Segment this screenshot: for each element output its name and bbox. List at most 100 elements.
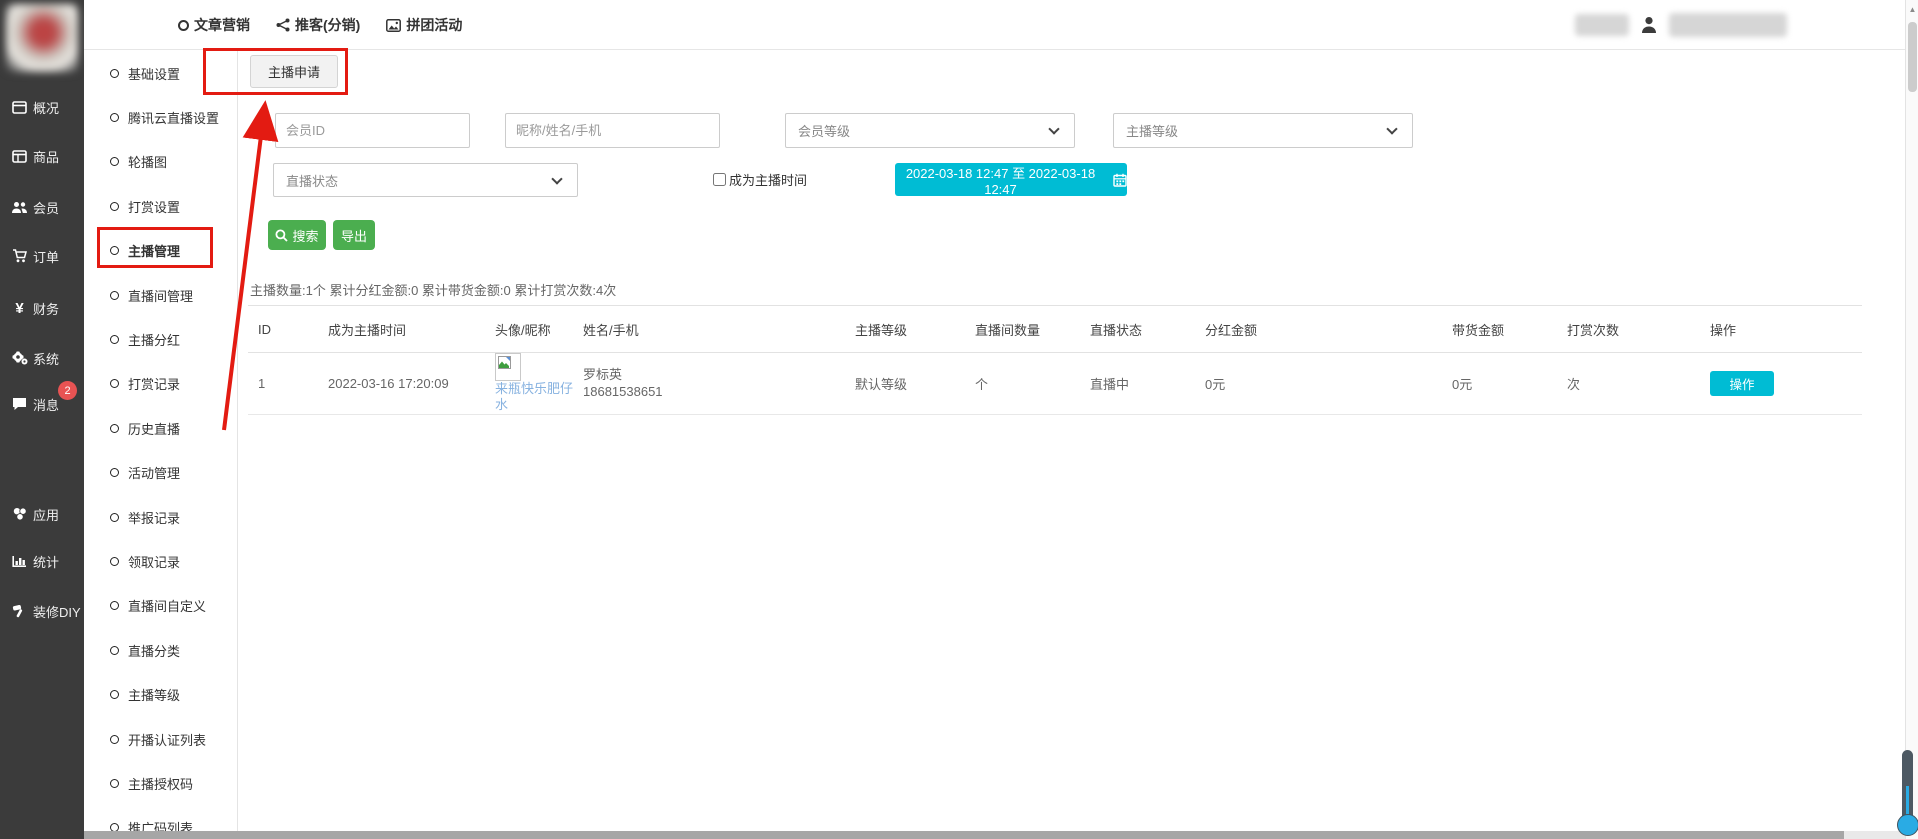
- live-status-value: 直播状态: [286, 171, 338, 190]
- sidebar-item-stats[interactable]: 统计: [0, 550, 84, 572]
- scroll-up-arrow-icon[interactable]: ▲: [1908, 5, 1917, 14]
- message-count-badge: 2: [58, 381, 77, 400]
- anchor-name: 罗标英: [583, 366, 845, 383]
- member-id-input[interactable]: [275, 113, 470, 148]
- sidebar-item-label: 财务: [33, 299, 59, 318]
- radio-circle-icon: [110, 291, 119, 300]
- radio-circle-icon: [110, 513, 119, 522]
- main-sidebar: 概况 商品 会员 订单 ¥ 财务 系统 消息 应用: [0, 0, 84, 839]
- submenu-item-liveroom-management[interactable]: 直播间管理: [84, 273, 237, 317]
- sidebar-item-finance[interactable]: ¥ 财务: [0, 297, 84, 319]
- col-header-avatar-nickname: 头像/昵称: [485, 306, 573, 353]
- vertical-scrollbar-thumb[interactable]: [1908, 22, 1917, 92]
- submenu-item-anchor-management[interactable]: 主播管理: [84, 229, 237, 273]
- circle-icon: [178, 20, 189, 31]
- anchor-table: ID 成为主播时间 头像/昵称 姓名/手机 主播等级 直播间数量 直播状态 分红…: [248, 305, 1862, 415]
- submenu-item-carousel[interactable]: 轮播图: [84, 140, 237, 184]
- sidebar-item-diy[interactable]: 装修DIY: [0, 600, 84, 622]
- horizontal-scrollbar-thumb[interactable]: [84, 831, 1844, 839]
- col-header-anchor-level: 主播等级: [845, 306, 965, 353]
- sidebar-item-label: 会员: [33, 198, 59, 217]
- anchor-level-select[interactable]: 主播等级: [1113, 113, 1413, 148]
- topnav-item-article-marketing[interactable]: 文章营销: [178, 15, 250, 35]
- app-logo[interactable]: [6, 4, 78, 72]
- tab-anchor-application[interactable]: 主播申请: [250, 55, 338, 88]
- scroll-indicator-handle[interactable]: [1897, 814, 1918, 836]
- live-status-select[interactable]: 直播状态: [273, 163, 578, 197]
- col-header-name-phone: 姓名/手机: [573, 306, 845, 353]
- person-icon: [1641, 16, 1657, 34]
- sidebar-item-orders[interactable]: 订单: [0, 245, 84, 267]
- submenu-item-liveroom-custom[interactable]: 直播间自定义: [84, 584, 237, 628]
- row-action-button[interactable]: 操作: [1710, 371, 1774, 396]
- goods-icon: [11, 148, 28, 164]
- radio-circle-icon: [110, 468, 119, 477]
- radio-circle-icon: [110, 779, 119, 788]
- submenu-item-live-category[interactable]: 直播分类: [84, 628, 237, 672]
- user-menu[interactable]: [1575, 10, 1787, 40]
- topnav-item-group-activity[interactable]: 拼团活动: [386, 15, 462, 35]
- sidebar-item-system[interactable]: 系统: [0, 347, 84, 369]
- submenu-item-cert-list[interactable]: 开播认证列表: [84, 717, 237, 761]
- anchor-level-value: 主播等级: [1126, 121, 1178, 140]
- date-range-button[interactable]: 2022-03-18 12:47 至 2022-03-18 12:47: [895, 163, 1127, 196]
- submenu-label: 活动管理: [128, 463, 180, 482]
- sidebar-item-goods[interactable]: 商品: [0, 145, 84, 167]
- submenu-label: 基础设置: [128, 64, 180, 83]
- submenu-item-history-live[interactable]: 历史直播: [84, 406, 237, 450]
- broken-image-icon: [495, 353, 521, 381]
- sidebar-item-label: 应用: [33, 505, 59, 524]
- member-level-select[interactable]: 会员等级: [785, 113, 1075, 148]
- submenu-item-anchor-dividend[interactable]: 主播分红: [84, 317, 237, 361]
- bar-chart-icon: [11, 553, 28, 569]
- topnav-item-distribution[interactable]: 推客(分销): [276, 15, 360, 35]
- chevron-down-icon: [1048, 123, 1059, 134]
- submenu-item-claim-records[interactable]: 领取记录: [84, 539, 237, 583]
- export-button[interactable]: 导出: [333, 220, 375, 250]
- radio-circle-icon: [110, 69, 119, 78]
- submenu-item-tencent-live[interactable]: 腾讯云直播设置: [84, 95, 237, 139]
- sidebar-item-label: 概况: [33, 98, 59, 117]
- submenu-label: 直播间管理: [128, 286, 193, 305]
- submenu-item-auth-code[interactable]: 主播授权码: [84, 761, 237, 805]
- radio-circle-icon: [110, 646, 119, 655]
- table-header-row: ID 成为主播时间 头像/昵称 姓名/手机 主播等级 直播间数量 直播状态 分红…: [248, 306, 1862, 353]
- date-range-value: 2022-03-18 12:47 至 2022-03-18 12:47: [895, 163, 1106, 197]
- sidebar-item-members[interactable]: 会员: [0, 196, 84, 218]
- submenu-item-activity-management[interactable]: 活动管理: [84, 451, 237, 495]
- horizontal-scrollbar[interactable]: [84, 831, 1905, 839]
- submenu-label: 领取记录: [128, 552, 180, 571]
- submenu-item-reward-settings[interactable]: 打赏设置: [84, 184, 237, 228]
- nickname-input[interactable]: [505, 113, 720, 148]
- submenu-item-reward-records[interactable]: 打赏记录: [84, 362, 237, 406]
- member-level-value: 会员等级: [798, 121, 850, 140]
- cell-avatar-nickname: 来瓶快乐肥仔水: [485, 353, 573, 415]
- cell-name-phone: 罗标英 18681538651: [573, 353, 845, 415]
- top-nav: 文章营销 推客(分销) 拼团活动: [178, 0, 462, 50]
- submenu-label: 举报记录: [128, 508, 180, 527]
- submenu-item-report-records[interactable]: 举报记录: [84, 495, 237, 539]
- live-submenu: 基础设置 腾讯云直播设置 轮播图 打赏设置 主播管理 直播间管理 主播分红 打赏…: [84, 50, 238, 832]
- search-button[interactable]: 搜索: [268, 220, 326, 250]
- sidebar-item-apps[interactable]: 应用: [0, 503, 84, 525]
- radio-circle-icon: [110, 601, 119, 610]
- overview-icon: [11, 99, 28, 115]
- chevron-down-icon: [551, 173, 562, 184]
- cell-reward-count: 次: [1557, 353, 1700, 415]
- message-bubble-icon: [11, 396, 28, 412]
- radio-circle-icon: [110, 113, 119, 122]
- radio-circle-icon: [110, 424, 119, 433]
- share-icon: [276, 18, 290, 32]
- radio-circle-icon: [110, 379, 119, 388]
- table-row: 1 2022-03-16 17:20:09 来瓶快乐肥仔水 罗标英 186815…: [248, 353, 1862, 415]
- submenu-item-anchor-level[interactable]: 主播等级: [84, 672, 237, 716]
- sidebar-item-overview[interactable]: 概况: [0, 96, 84, 118]
- submenu-item-basic-settings[interactable]: 基础设置: [84, 51, 237, 95]
- nickname-link[interactable]: 来瓶快乐肥仔水: [495, 381, 573, 414]
- col-header-actions: 操作: [1700, 306, 1862, 353]
- become-anchor-time-checkbox[interactable]: [713, 173, 726, 186]
- vertical-scrollbar[interactable]: ▲: [1905, 0, 1918, 839]
- submenu-item-promo-code-list[interactable]: 推广码列表: [84, 806, 237, 832]
- become-anchor-time-filter[interactable]: 成为主播时间: [713, 170, 807, 189]
- sidebar-item-label: 装修DIY: [33, 602, 81, 621]
